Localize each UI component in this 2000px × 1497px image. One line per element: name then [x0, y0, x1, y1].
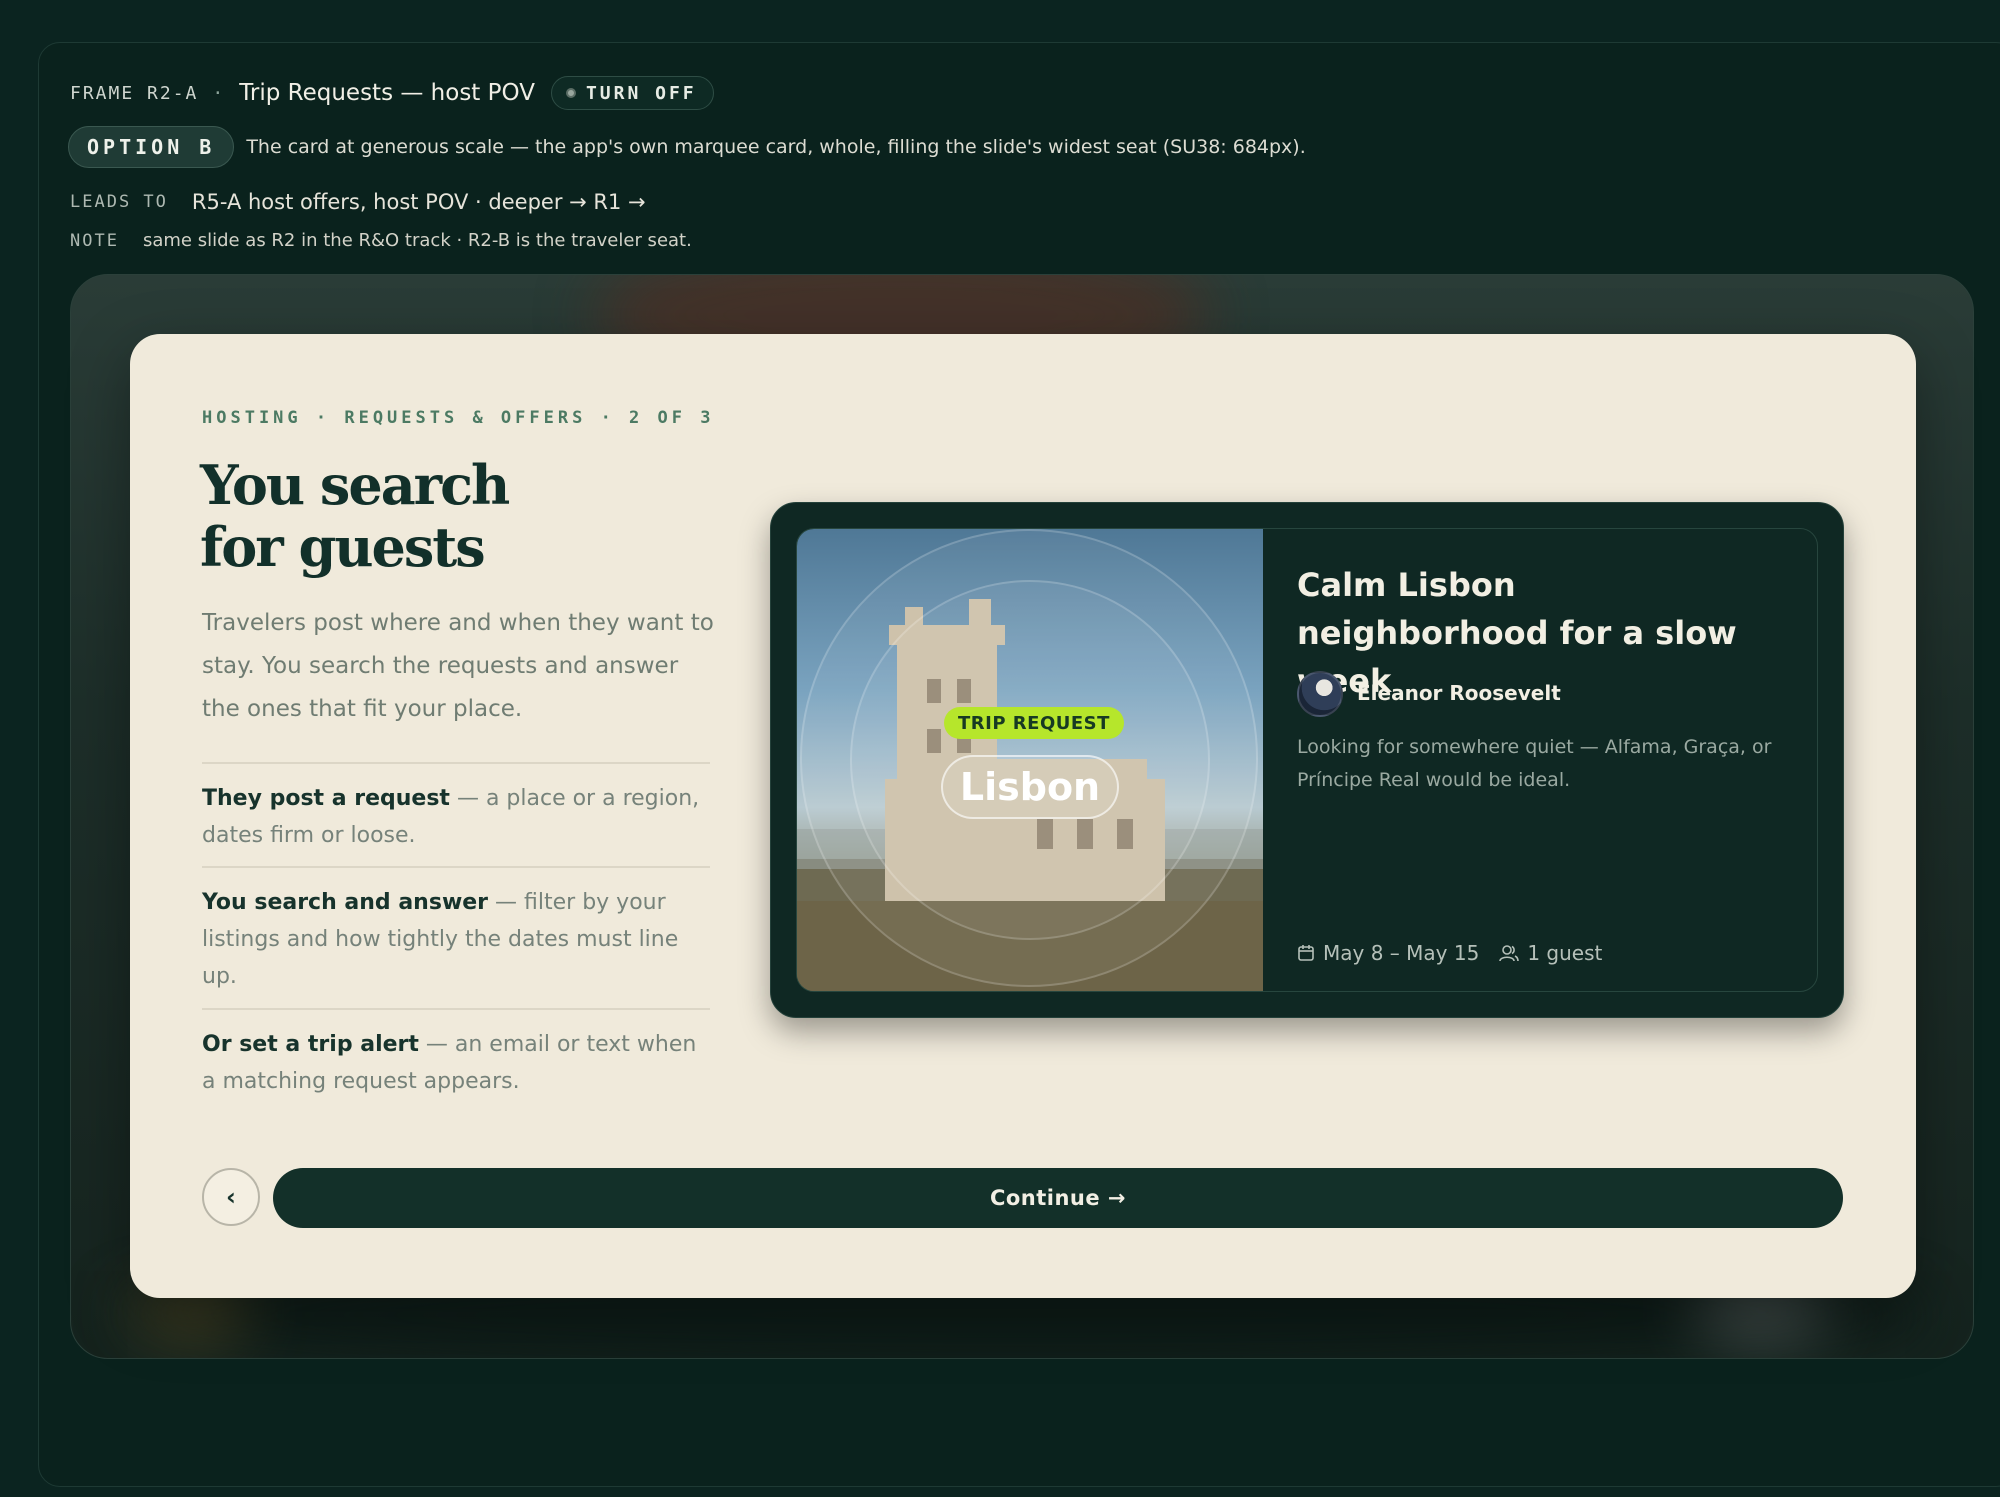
turn-off-label: TURN OFF: [585, 82, 697, 104]
option-row: OPTION B The card at generous scale — th…: [68, 126, 1306, 168]
list-item: Or set a trip alert — an email or text w…: [202, 1008, 710, 1100]
lisbon-photo: TRIP REQUEST Lisbon: [797, 529, 1263, 991]
frame-header: FRAME R2-A · Trip Requests — host POV TU…: [70, 76, 714, 110]
option-badge: OPTION B: [68, 126, 235, 168]
chevron-left-icon: ‹: [226, 1183, 236, 1211]
note-row: NOTE same slide as R2 in the R&O track ·…: [70, 230, 692, 251]
title-line-1: You search: [200, 453, 510, 517]
leads-to-link[interactable]: R5-A host offers, host POV · deeper → R1…: [192, 190, 646, 214]
list-item: You search and answer — filter by your l…: [202, 866, 710, 995]
trip-dates: May 8 – May 15: [1323, 941, 1480, 965]
guests-group: 1 guest: [1499, 941, 1602, 965]
title-line-2: for guests: [200, 515, 486, 579]
toggle-dot-icon: [565, 88, 576, 98]
leads-to-row: LEADS TO R5-A host offers, host POV · de…: [70, 190, 646, 214]
note-value: same slide as R2 in the R&O track · R2-B…: [142, 230, 692, 251]
bullet-heading: You search and answer: [202, 890, 489, 915]
slide-card: HOSTING · REQUESTS & OFFERS · 2 OF 3 You…: [130, 334, 1916, 1298]
bullet-heading: Or set a trip alert: [202, 1032, 419, 1057]
host-name: Eleanor Roosevelt: [1357, 681, 1561, 705]
frame-title: Trip Requests — host POV: [239, 80, 535, 106]
dates-group: May 8 – May 15: [1297, 941, 1479, 965]
trip-meta: May 8 – May 15 1 guest: [1297, 941, 1602, 965]
trip-request-badge: TRIP REQUEST: [944, 707, 1124, 739]
leads-to-key: LEADS TO: [70, 192, 168, 212]
trip-request-card[interactable]: TRIP REQUEST Lisbon Calm Lisbon neighbor…: [770, 502, 1844, 1018]
frame-id: FRAME R2-A: [70, 82, 199, 104]
continue-button[interactable]: Continue →: [273, 1168, 1843, 1228]
lede-text: Travelers post where and when they want …: [202, 610, 714, 722]
city-label: Lisbon: [941, 755, 1119, 819]
page-title: You search for guests: [200, 454, 530, 578]
option-description: The card at generous scale — the app's o…: [246, 136, 1306, 158]
frame-separator: ·: [212, 82, 226, 104]
bullet-heading: They post a request: [202, 786, 450, 811]
turn-off-button[interactable]: TURN OFF: [550, 76, 714, 110]
avatar: [1297, 671, 1343, 717]
trip-description: Looking for somewhere quiet — Alfama, Gr…: [1297, 736, 1772, 791]
list-item: They post a request — a place or a regio…: [202, 762, 710, 854]
trip-guests: 1 guest: [1527, 941, 1603, 965]
trip-card-inner: TRIP REQUEST Lisbon Calm Lisbon neighbor…: [796, 528, 1818, 992]
guests-icon: [1499, 945, 1520, 962]
calendar-icon: [1298, 945, 1314, 961]
note-key: NOTE: [70, 230, 119, 251]
back-button[interactable]: ‹: [202, 1168, 260, 1226]
breadcrumb: HOSTING · REQUESTS & OFFERS · 2 OF 3: [202, 408, 715, 428]
